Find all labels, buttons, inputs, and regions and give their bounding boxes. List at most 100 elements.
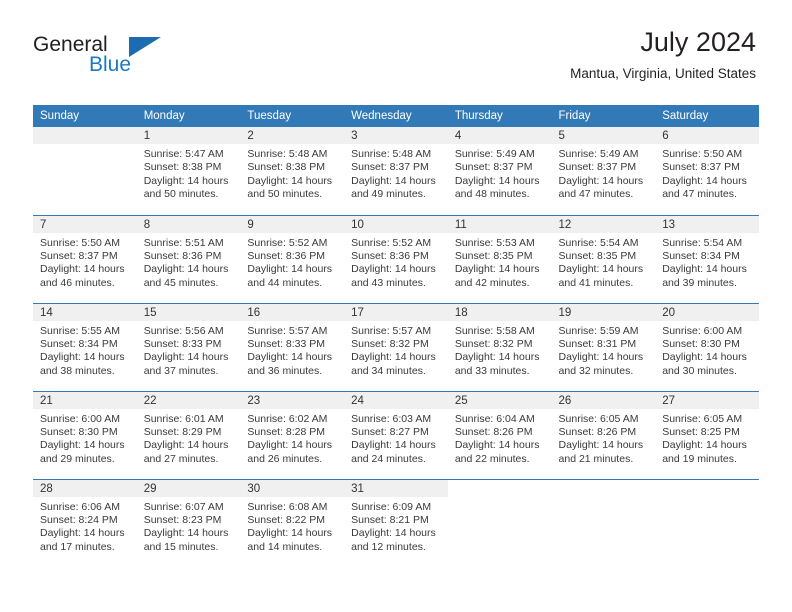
calendar-day-cell[interactable]: 2 Sunrise: 5:48 AM Sunset: 8:38 PM Daylight… <box>240 127 345 216</box>
calendar-day-cell[interactable]: 22 Sunrise: 6:01 AM Sunset: 8:29 PM Dayligh… <box>136 391 241 480</box>
daylight-text: Daylight: 14 hours <box>143 263 229 276</box>
daylight-text: Daylight: 14 hours <box>454 439 540 452</box>
sunrise-text: Sunrise: 5:56 AM <box>143 324 224 337</box>
sunset-text: Sunset: 8:35 PM <box>558 249 637 262</box>
calendar-day-cell[interactable]: 23 Sunrise: 6:02 AM Sunset: 8:28 PM Dayligh… <box>240 391 345 480</box>
calendar-day-cell[interactable]: 15 Sunrise: 5:56 AM Sunset: 8:33 PM Dayligh… <box>136 303 241 392</box>
day-details: Sunrise: 6:04 AM Sunset: 8:26 PM Daylight:… <box>448 409 552 467</box>
sunrise-text: Sunrise: 5:48 AM <box>351 148 432 160</box>
calendar-day-cell[interactable]: 11 Sunrise: 5:53 AM Sunset: 8:35 PM Dayligh… <box>447 215 552 304</box>
calendar-day-cell[interactable]: 12 Sunrise: 5:54 AM Sunset: 8:35 PM Dayligh… <box>551 215 656 304</box>
daylight-text-cont: and 27 minutes. <box>143 452 219 465</box>
calendar-body: 1 Sunrise: 5:47 AM Sunset: 8:38 PM Daylight… <box>33 127 759 567</box>
day-details: Sunrise: 5:57 AM Sunset: 8:33 PM Daylight:… <box>240 321 344 379</box>
day-number <box>551 479 656 497</box>
daylight-text: Daylight: 14 hours <box>247 263 333 276</box>
sunset-text: Sunset: 8:31 PM <box>558 337 637 350</box>
daylight-text: Daylight: 14 hours <box>454 263 540 276</box>
sunrise-text: Sunrise: 6:07 AM <box>143 500 224 513</box>
calendar-day-cell[interactable]: 1 Sunrise: 5:47 AM Sunset: 8:38 PM Daylight… <box>136 127 241 216</box>
day-number: 15 <box>136 303 241 321</box>
sunset-text: Sunset: 8:22 PM <box>247 513 326 526</box>
sunset-text: Sunset: 8:38 PM <box>143 161 222 174</box>
calendar-day-cell[interactable]: 21 Sunrise: 6:00 AM Sunset: 8:30 PM Dayligh… <box>33 391 137 480</box>
calendar-day-cell[interactable]: 3 Sunrise: 5:48 AM Sunset: 8:37 PM Daylight… <box>344 127 448 216</box>
calendar-day-cell[interactable]: 31 Sunrise: 6:09 AM Sunset: 8:21 PM Dayligh… <box>344 479 448 567</box>
sunset-text: Sunset: 8:32 PM <box>351 337 429 350</box>
calendar-day-cell[interactable]: 20 Sunrise: 6:00 AM Sunset: 8:30 PM Dayligh… <box>655 303 759 392</box>
sunrise-text: Sunrise: 6:00 AM <box>662 324 743 337</box>
calendar-day-cell[interactable]: 5 Sunrise: 5:49 AM Sunset: 8:37 PM Daylight… <box>551 127 656 216</box>
page-header: General Blue July 2024 Mantua, Virginia,… <box>0 0 792 81</box>
sunset-text: Sunset: 8:23 PM <box>143 513 222 526</box>
sunrise-text: Sunrise: 6:04 AM <box>454 412 535 425</box>
day-details: Sunrise: 6:05 AM Sunset: 8:25 PM Daylight:… <box>655 409 759 467</box>
location-subtitle: Mantua, Virginia, United States <box>570 66 756 81</box>
day-details: Sunrise: 5:48 AM Sunset: 8:37 PM Daylight:… <box>344 144 448 202</box>
sunrise-text: Sunrise: 6:05 AM <box>558 412 639 425</box>
calendar-day-cell[interactable]: 14 Sunrise: 5:55 AM Sunset: 8:34 PM Dayligh… <box>33 303 137 392</box>
day-number: 20 <box>655 303 759 321</box>
sunrise-text: Sunrise: 5:50 AM <box>40 236 120 249</box>
day-number: 29 <box>136 479 241 497</box>
calendar-day-cell[interactable]: 16 Sunrise: 5:57 AM Sunset: 8:33 PM Dayligh… <box>240 303 345 392</box>
day-details: Sunrise: 5:49 AM Sunset: 8:37 PM Daylight:… <box>448 144 552 202</box>
daylight-text: Daylight: 14 hours <box>454 351 540 364</box>
daylight-text: Daylight: 14 hours <box>247 527 333 540</box>
calendar-day-cell[interactable]: 27 Sunrise: 6:05 AM Sunset: 8:25 PM Dayligh… <box>655 391 759 480</box>
daylight-text: Daylight: 14 hours <box>662 439 747 452</box>
day-number: 23 <box>240 391 345 409</box>
sunset-text: Sunset: 8:37 PM <box>662 161 740 174</box>
calendar-day-cell[interactable]: 10 Sunrise: 5:52 AM Sunset: 8:36 PM Dayligh… <box>344 215 448 304</box>
calendar-day-cell[interactable]: 29 Sunrise: 6:07 AM Sunset: 8:23 PM Dayligh… <box>136 479 241 567</box>
calendar-day-cell[interactable]: 9 Sunrise: 5:52 AM Sunset: 8:36 PM Daylight… <box>240 215 345 304</box>
sunset-text: Sunset: 8:36 PM <box>351 249 429 262</box>
day-details: Sunrise: 6:03 AM Sunset: 8:27 PM Daylight:… <box>344 409 448 467</box>
sunrise-text: Sunrise: 6:09 AM <box>351 500 432 513</box>
daylight-text-cont: and 48 minutes. <box>454 188 530 201</box>
day-details <box>448 497 552 501</box>
calendar-header-row: Sunday Monday Tuesday Wednesday Thursday Frid… <box>33 105 759 127</box>
daylight-text-cont: and 22 minutes. <box>454 452 530 465</box>
daylight-text-cont: and 42 minutes. <box>454 276 530 289</box>
calendar-day-cell[interactable]: 7 Sunrise: 5:50 AM Sunset: 8:37 PM Daylight… <box>33 215 137 304</box>
calendar-day-cell[interactable]: 13 Sunrise: 5:54 AM Sunset: 8:34 PM Dayligh… <box>655 215 759 304</box>
calendar-cell-empty <box>33 127 137 216</box>
calendar-cell-empty <box>551 479 656 567</box>
calendar-day-cell[interactable]: 17 Sunrise: 5:57 AM Sunset: 8:32 PM Dayligh… <box>344 303 448 392</box>
day-number: 1 <box>136 127 241 144</box>
calendar-day-cell[interactable]: 26 Sunrise: 6:05 AM Sunset: 8:26 PM Dayligh… <box>551 391 656 480</box>
day-details <box>33 144 137 148</box>
calendar-day-cell[interactable]: 28 Sunrise: 6:06 AM Sunset: 8:24 PM Dayligh… <box>33 479 137 567</box>
calendar-day-cell[interactable]: 18 Sunrise: 5:58 AM Sunset: 8:32 PM Dayligh… <box>447 303 552 392</box>
sunset-text: Sunset: 8:30 PM <box>40 425 118 438</box>
page-title: July 2024 <box>640 27 756 57</box>
calendar-day-cell[interactable]: 6 Sunrise: 5:50 AM Sunset: 8:37 PM Daylight… <box>655 127 759 216</box>
sunrise-text: Sunrise: 5:52 AM <box>247 236 328 249</box>
calendar-day-cell[interactable]: 25 Sunrise: 6:04 AM Sunset: 8:26 PM Dayligh… <box>447 391 552 480</box>
calendar-week-row: 1 Sunrise: 5:47 AM Sunset: 8:38 PM Daylight… <box>33 127 759 216</box>
day-details: Sunrise: 6:06 AM Sunset: 8:24 PM Daylight:… <box>33 497 137 555</box>
day-number: 17 <box>344 303 448 321</box>
sunrise-text: Sunrise: 5:54 AM <box>662 236 743 249</box>
daylight-text-cont: and 44 minutes. <box>247 276 323 289</box>
calendar-day-cell[interactable]: 19 Sunrise: 5:59 AM Sunset: 8:31 PM Dayligh… <box>551 303 656 392</box>
sunrise-text: Sunrise: 5:57 AM <box>247 324 328 337</box>
day-number: 2 <box>240 127 345 144</box>
sunset-text: Sunset: 8:21 PM <box>351 513 429 526</box>
sunrise-text: Sunrise: 5:49 AM <box>454 148 535 160</box>
calendar-day-cell[interactable]: 8 Sunrise: 5:51 AM Sunset: 8:36 PM Daylight… <box>136 215 241 304</box>
day-details: Sunrise: 6:05 AM Sunset: 8:26 PM Daylight:… <box>552 409 656 467</box>
day-number: 31 <box>344 479 448 497</box>
day-number: 25 <box>447 391 552 409</box>
calendar-day-cell[interactable]: 24 Sunrise: 6:03 AM Sunset: 8:27 PM Dayligh… <box>344 391 448 480</box>
calendar-week-row: 28 Sunrise: 6:06 AM Sunset: 8:24 PM Dayligh… <box>33 479 759 567</box>
calendar-week-row: 7 Sunrise: 5:50 AM Sunset: 8:37 PM Daylight… <box>33 215 759 304</box>
sunset-text: Sunset: 8:25 PM <box>662 425 740 438</box>
calendar-day-cell[interactable]: 30 Sunrise: 6:08 AM Sunset: 8:22 PM Dayligh… <box>240 479 345 567</box>
daylight-text-cont: and 49 minutes. <box>351 188 426 201</box>
day-details <box>655 497 759 501</box>
sunrise-text: Sunrise: 5:51 AM <box>143 236 224 249</box>
calendar-day-cell[interactable]: 4 Sunrise: 5:49 AM Sunset: 8:37 PM Daylight… <box>447 127 552 216</box>
sunset-text: Sunset: 8:26 PM <box>454 425 533 438</box>
